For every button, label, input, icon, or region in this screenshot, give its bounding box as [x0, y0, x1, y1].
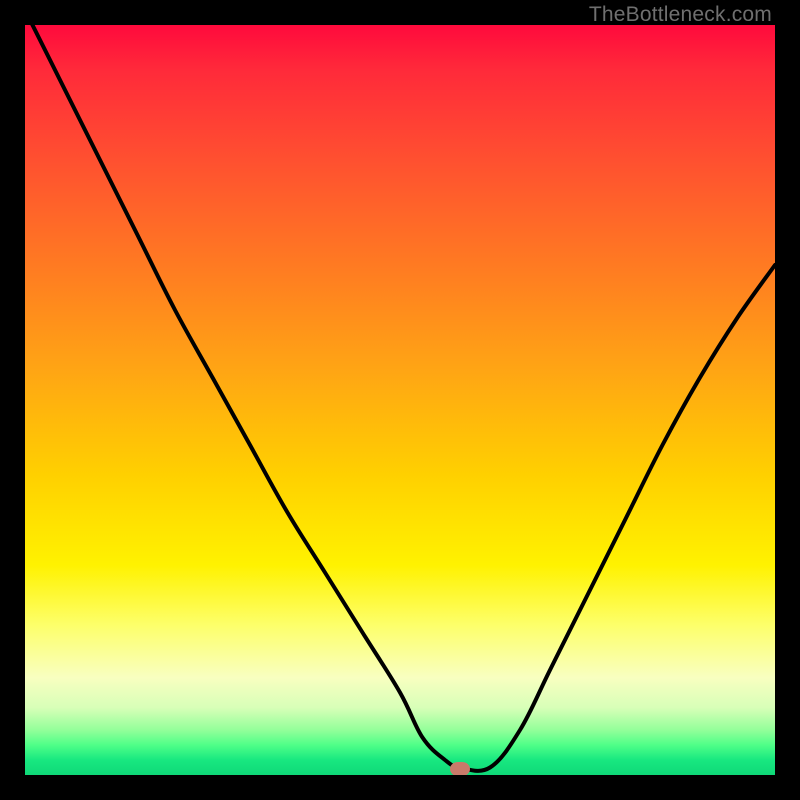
chart-plot-area — [25, 25, 775, 775]
optimal-point-marker — [450, 762, 470, 775]
bottleneck-curve — [25, 25, 775, 775]
watermark-text: TheBottleneck.com — [589, 3, 772, 27]
